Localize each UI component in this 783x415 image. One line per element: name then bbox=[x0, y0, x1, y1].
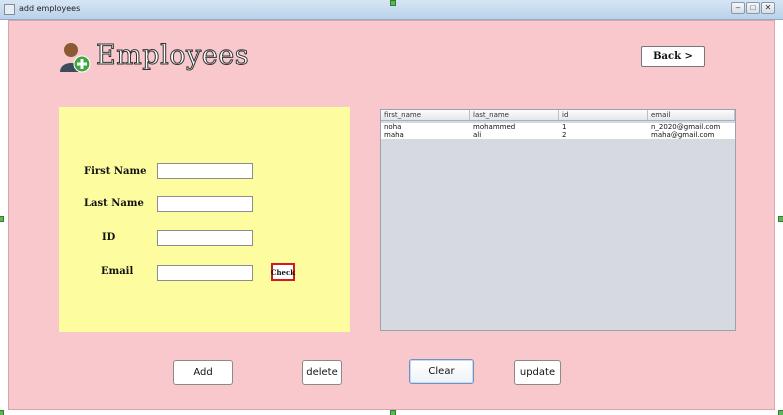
first-name-label: First Name bbox=[84, 166, 147, 177]
id-label: ID bbox=[102, 232, 116, 243]
delete-button[interactable]: delete bbox=[302, 360, 342, 385]
cell-last-name: ali bbox=[473, 131, 482, 139]
last-name-label: Last Name bbox=[84, 198, 144, 209]
minimize-icon[interactable]: – bbox=[731, 2, 745, 14]
add-user-icon bbox=[60, 43, 91, 73]
last-name-field[interactable] bbox=[157, 196, 253, 212]
employees-table[interactable]: first_name last_name id email noha moham… bbox=[380, 109, 736, 331]
cell-first-name: noha bbox=[384, 123, 402, 131]
resize-handle-top[interactable] bbox=[390, 0, 396, 6]
resize-handle-bottom[interactable] bbox=[390, 410, 396, 415]
window-controls: – □ ✕ bbox=[731, 2, 775, 14]
email-field[interactable] bbox=[157, 265, 253, 281]
resize-handle-bottom-left[interactable] bbox=[0, 410, 4, 415]
table-header: first_name last_name id email bbox=[381, 110, 735, 121]
first-name-field[interactable] bbox=[157, 163, 253, 179]
update-button[interactable]: update bbox=[514, 360, 561, 385]
resize-handle-right[interactable] bbox=[778, 216, 783, 222]
cell-id: 1 bbox=[562, 123, 567, 131]
clear-button[interactable]: Clear bbox=[409, 359, 474, 384]
column-header-first-name[interactable]: first_name bbox=[381, 110, 470, 120]
employee-form-panel bbox=[59, 107, 350, 332]
back-button[interactable]: Back > bbox=[641, 46, 705, 67]
check-button[interactable]: Check bbox=[271, 263, 295, 281]
page-title: Employees bbox=[95, 40, 250, 72]
cell-id: 2 bbox=[562, 131, 567, 139]
cell-email: n_2020@gmail.com bbox=[651, 123, 721, 131]
maximize-icon[interactable]: □ bbox=[746, 2, 760, 14]
resize-handle-left[interactable] bbox=[0, 216, 4, 222]
resize-handle-bottom-right[interactable] bbox=[778, 410, 783, 415]
cell-first-name: maha bbox=[384, 131, 404, 139]
cell-email: maha@gmail.com bbox=[651, 131, 715, 139]
email-label: Email bbox=[101, 266, 134, 277]
add-button[interactable]: Add bbox=[173, 360, 233, 385]
column-header-email[interactable]: email bbox=[648, 110, 735, 120]
table-row[interactable]: maha ali 2 maha@gmail.com bbox=[381, 131, 735, 139]
close-icon[interactable]: ✕ bbox=[761, 2, 775, 14]
id-field[interactable] bbox=[157, 230, 253, 246]
cell-last-name: mohammed bbox=[473, 123, 516, 131]
table-row[interactable]: noha mohammed 1 n_2020@gmail.com bbox=[381, 123, 735, 131]
app-icon bbox=[4, 4, 15, 15]
window-title: add employees bbox=[19, 4, 81, 13]
column-header-id[interactable]: id bbox=[559, 110, 648, 120]
column-header-last-name[interactable]: last_name bbox=[470, 110, 559, 120]
